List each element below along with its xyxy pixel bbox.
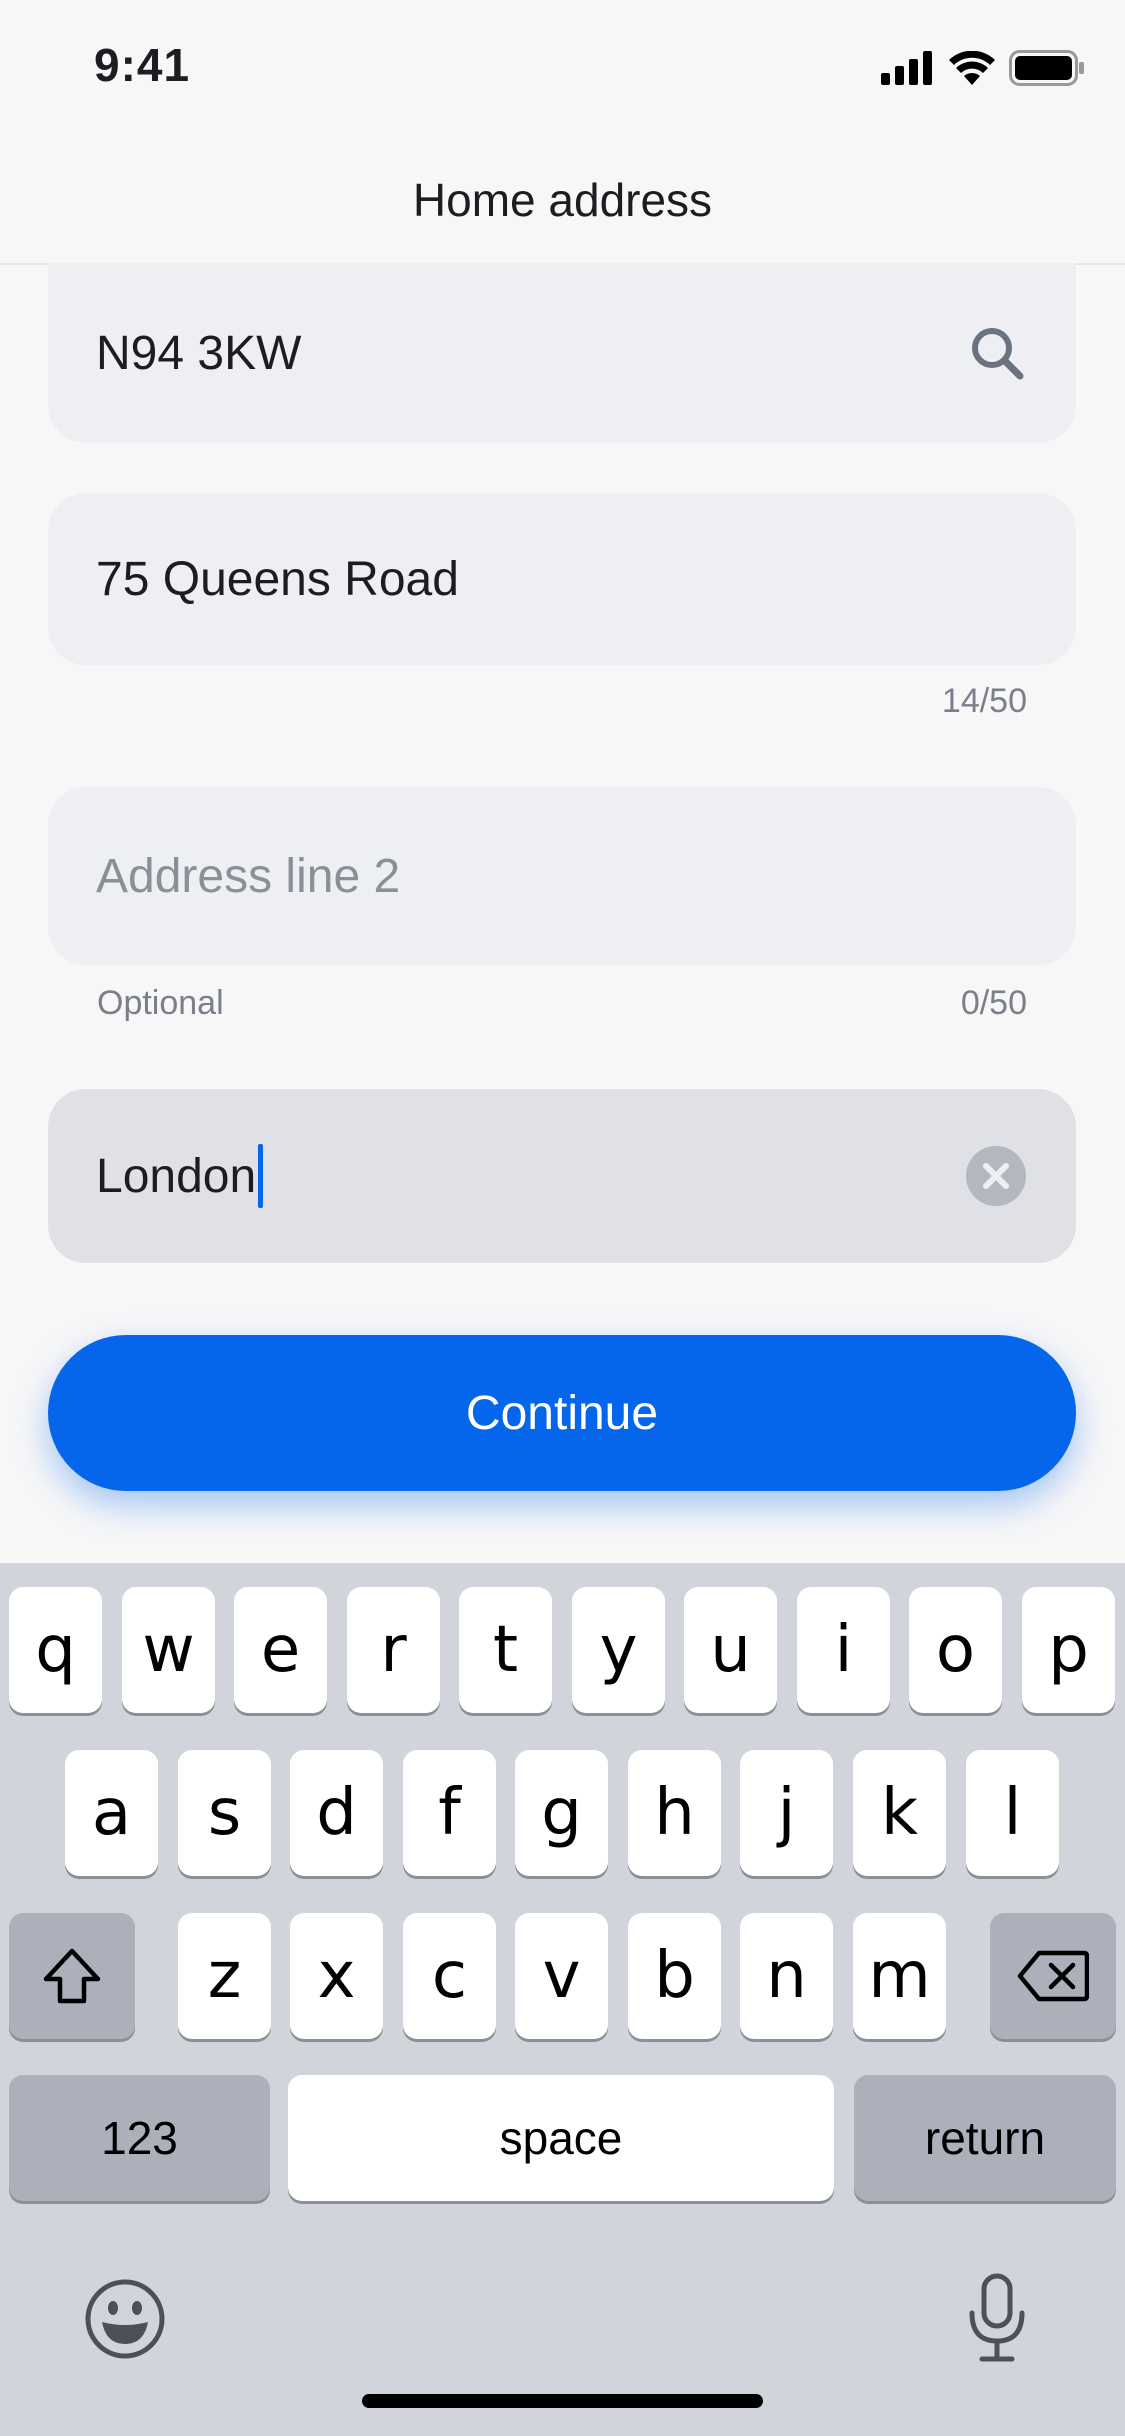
key-k[interactable]: k	[853, 1750, 946, 1876]
battery-icon	[1009, 50, 1084, 86]
key-c[interactable]: c	[403, 1913, 496, 2039]
clear-icon[interactable]	[966, 1146, 1026, 1206]
key-m[interactable]: m	[853, 1913, 946, 2039]
emoji-icon[interactable]	[84, 2278, 166, 2360]
address-line-1-value: 75 Queens Road	[96, 552, 459, 606]
microphone-icon[interactable]	[966, 2273, 1028, 2363]
address-line-2-counter: 0/50	[960, 984, 1027, 1022]
key-o[interactable]: o	[909, 1587, 1002, 1713]
key-w[interactable]: w	[122, 1587, 215, 1713]
cellular-signal-icon	[881, 51, 932, 85]
status-bar: 9:41	[0, 0, 1125, 135]
key-b[interactable]: b	[628, 1913, 721, 2039]
key-e[interactable]: e	[234, 1587, 327, 1713]
key-z[interactable]: z	[178, 1913, 271, 2039]
keyboard: q w e r t y u i o p a s d f g h j k l z …	[0, 1563, 1125, 2436]
search-icon[interactable]	[968, 324, 1026, 382]
key-p[interactable]: p	[1022, 1587, 1115, 1713]
backspace-icon	[1017, 1950, 1089, 2002]
key-r[interactable]: r	[347, 1587, 440, 1713]
text-cursor	[258, 1144, 264, 1208]
status-time: 9:41	[94, 39, 191, 91]
page-title: Home address	[412, 174, 713, 226]
key-h[interactable]: h	[628, 1750, 721, 1876]
shift-key[interactable]	[9, 1913, 135, 2039]
key-g[interactable]: g	[515, 1750, 608, 1876]
continue-button[interactable]: Continue	[48, 1335, 1076, 1491]
address-line-2-placeholder: Address line 2	[96, 849, 401, 903]
wifi-icon	[949, 51, 995, 85]
address-line-1-counter: 14/50	[941, 682, 1027, 720]
space-key[interactable]: space	[288, 2075, 834, 2201]
address-line-2-helper: Optional	[97, 984, 224, 1022]
address-line-2-field[interactable]: Address line 2	[48, 787, 1076, 965]
city-field[interactable]: London	[48, 1089, 1076, 1263]
key-l[interactable]: l	[966, 1750, 1059, 1876]
key-s[interactable]: s	[178, 1750, 271, 1876]
numbers-key[interactable]: 123	[9, 2075, 270, 2201]
backspace-key[interactable]	[990, 1913, 1116, 2039]
key-i[interactable]: i	[797, 1587, 890, 1713]
status-icons	[881, 50, 1085, 86]
key-n[interactable]: n	[740, 1913, 833, 2039]
key-u[interactable]: u	[684, 1587, 777, 1713]
key-a[interactable]: a	[65, 1750, 158, 1876]
home-indicator	[362, 2394, 763, 2408]
return-key[interactable]: return	[854, 2075, 1116, 2201]
key-d[interactable]: d	[290, 1750, 383, 1876]
address-line-1-field[interactable]: 75 Queens Road	[48, 493, 1076, 665]
shift-icon	[43, 1948, 101, 2004]
key-f[interactable]: f	[403, 1750, 496, 1876]
key-t[interactable]: t	[459, 1587, 552, 1713]
key-y[interactable]: y	[572, 1587, 665, 1713]
key-x[interactable]: x	[290, 1913, 383, 2039]
postcode-field[interactable]: N94 3KW	[48, 263, 1076, 443]
key-q[interactable]: q	[9, 1587, 102, 1713]
city-value: London	[96, 1149, 257, 1203]
postcode-value: N94 3KW	[96, 326, 302, 380]
navigation-header: Home address	[0, 135, 1125, 265]
key-v[interactable]: v	[515, 1913, 608, 2039]
key-j[interactable]: j	[740, 1750, 833, 1876]
